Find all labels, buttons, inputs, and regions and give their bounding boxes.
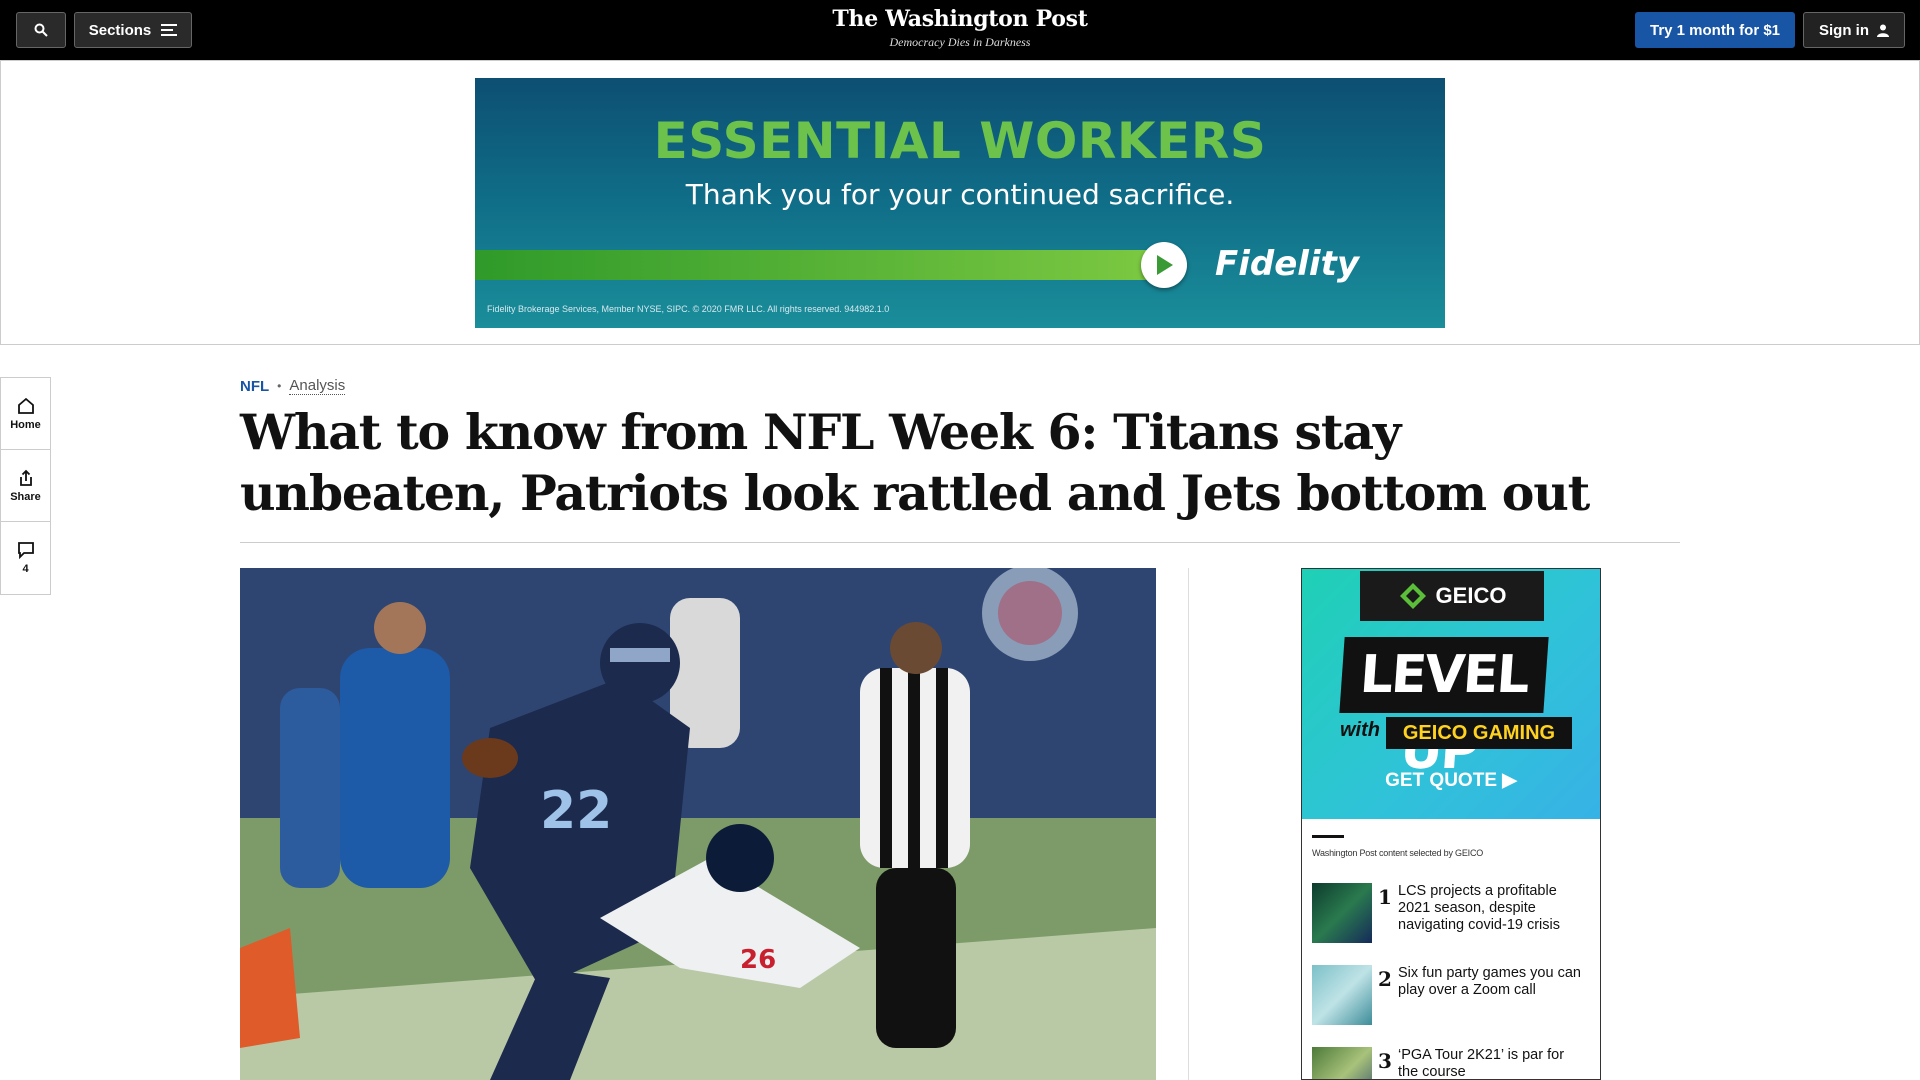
ad-fine-print: Fidelity Brokerage Services, Member NYSE… xyxy=(487,304,890,314)
fidelity-banner-ad[interactable]: ESSENTIAL WORKERS Thank you for your con… xyxy=(475,78,1445,328)
share-button[interactable]: Share xyxy=(1,450,50,522)
list-item[interactable]: 2 Six fun party games you can play over … xyxy=(1312,965,1592,1047)
share-icon xyxy=(19,469,32,486)
list-item-title: LCS projects a profitable 2021 season, d… xyxy=(1398,883,1560,933)
list-item[interactable]: 3 ‘PGA Tour 2K21’ is par for the course xyxy=(1312,1047,1592,1080)
geico-logo-text: GEICO xyxy=(1435,583,1507,608)
sponsored-list: 1 LCS projects a profitable 2021 season,… xyxy=(1312,883,1592,1080)
home-label: Home xyxy=(10,418,41,431)
svg-text:22: 22 xyxy=(540,781,612,841)
svg-text:26: 26 xyxy=(740,945,776,975)
search-button[interactable] xyxy=(16,12,66,48)
geico-ad-banner[interactable]: GEICO LEVEL UP with GEICO GAMING GET QUO… xyxy=(1302,569,1600,819)
subscribe-button[interactable]: Try 1 month for $1 xyxy=(1635,12,1795,48)
top-navigation-bar: Sections The Washington Post Democracy D… xyxy=(0,0,1920,60)
article-headline: What to know from NFL Week 6: Titans sta… xyxy=(240,403,1590,522)
list-number: 1 xyxy=(1378,885,1392,909)
ad-brand-logo: Fidelity xyxy=(1215,244,1360,284)
ad-headline: ESSENTIAL WORKERS xyxy=(653,112,1267,170)
home-icon xyxy=(17,397,34,414)
comment-icon xyxy=(17,542,34,559)
level-up-text: LEVEL UP xyxy=(1339,637,1549,781)
site-logo[interactable]: The Washington Post xyxy=(760,6,1160,32)
comments-button[interactable]: 4 xyxy=(1,522,50,594)
list-thumbnail xyxy=(1312,965,1372,1025)
site-tagline: Democracy Dies in Darkness xyxy=(889,35,1031,49)
masthead[interactable]: The Washington Post Democracy Dies in Da… xyxy=(760,6,1160,50)
list-item[interactable]: 1 LCS projects a profitable 2021 season,… xyxy=(1312,883,1592,965)
geico-sidebar-ad[interactable]: GEICO LEVEL UP with GEICO GAMING GET QUO… xyxy=(1301,568,1601,1080)
geico-gaming-tag: GEICO GAMING xyxy=(1386,717,1572,749)
kicker-separator: • xyxy=(277,379,282,393)
article-kicker: NFL • Analysis xyxy=(240,377,346,395)
headline-divider xyxy=(240,542,1680,543)
comments-count: 4 xyxy=(22,563,29,575)
list-number: 2 xyxy=(1378,967,1392,991)
list-item-title: Six fun party games you can play over a … xyxy=(1398,965,1581,998)
list-number: 3 xyxy=(1378,1049,1392,1073)
sections-button[interactable]: Sections xyxy=(74,12,192,48)
menu-icon xyxy=(161,24,178,36)
ad-green-bar xyxy=(475,250,1165,280)
ad-subline: Thank you for your continued sacrifice. xyxy=(685,178,1235,211)
content-divider xyxy=(1188,568,1189,1080)
section-link[interactable]: NFL xyxy=(240,378,269,395)
play-icon[interactable] xyxy=(1141,242,1187,288)
sections-label: Sections xyxy=(88,21,152,39)
with-text: with xyxy=(1340,719,1380,741)
search-icon xyxy=(34,23,48,37)
sponsor-note: Washington Post content selected by GEIC… xyxy=(1312,848,1484,858)
geico-diamond-icon xyxy=(1399,583,1426,609)
selected-divider xyxy=(1312,835,1344,838)
hero-photo-illustration: 22 26 xyxy=(240,568,1156,1080)
list-item-title: ‘PGA Tour 2K21’ is par for the course xyxy=(1398,1047,1565,1080)
analysis-label[interactable]: Analysis xyxy=(289,377,346,395)
geico-logo: GEICO xyxy=(1360,571,1544,621)
home-button[interactable]: Home xyxy=(1,378,50,450)
sign-in-button[interactable]: Sign in xyxy=(1803,12,1905,48)
left-utility-rail: Home Share 4 xyxy=(0,377,51,595)
sign-in-label: Sign in xyxy=(1819,21,1869,39)
hero-photo[interactable]: 22 26 xyxy=(240,568,1156,1080)
get-quote-button[interactable]: GET QUOTE ▶ xyxy=(1302,769,1600,792)
user-icon xyxy=(1877,24,1889,37)
list-thumbnail xyxy=(1312,1047,1372,1079)
share-label: Share xyxy=(10,490,41,503)
list-thumbnail xyxy=(1312,883,1372,943)
